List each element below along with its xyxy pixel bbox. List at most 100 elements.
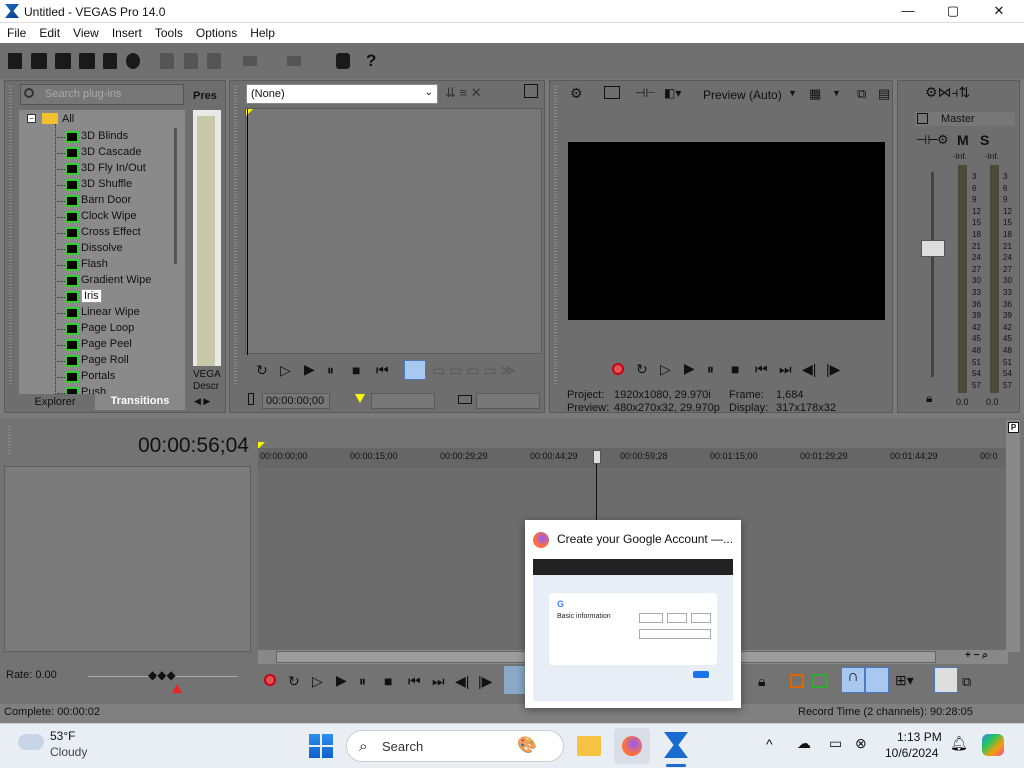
render-icon[interactable]: [103, 53, 117, 69]
master-fx-gear-icon[interactable]: ⚙: [937, 132, 949, 148]
clock-time[interactable]: 1:13 PM: [897, 730, 942, 744]
auto-ripple-icon[interactable]: ⊞▾: [895, 672, 914, 689]
transition-item[interactable]: Push: [57, 386, 106, 394]
plugin-search-input[interactable]: Search plug-ins: [20, 84, 184, 105]
transition-item[interactable]: Dissolve: [57, 242, 123, 258]
trimmer-overwrite-icon[interactable]: [404, 360, 426, 380]
region-icon[interactable]: [458, 395, 472, 404]
timeline-stop-icon[interactable]: ■: [384, 674, 392, 688]
collapse-icon[interactable]: −: [27, 114, 36, 123]
master-toolbar-icons[interactable]: ⚙⋈⫞⇅: [925, 84, 970, 101]
cut-icon[interactable]: [160, 53, 174, 69]
stop-icon[interactable]: ■: [352, 363, 360, 377]
timeline-vscroll[interactable]: [1006, 420, 1020, 652]
menu-file[interactable]: File: [0, 23, 32, 40]
transition-item[interactable]: Page Roll: [57, 354, 129, 370]
help-icon[interactable]: ?: [366, 51, 376, 71]
notification-bell-icon[interactable]: 🔔︎: [950, 735, 968, 752]
properties-gear-icon[interactable]: [126, 53, 140, 69]
weather-condition[interactable]: Cloudy: [50, 745, 87, 759]
timeline-go-start-icon[interactable]: ⏮: [408, 674, 421, 688]
zoom-buttons-icon[interactable]: + − ⌕: [965, 650, 988, 661]
menu-tools[interactable]: Tools: [148, 23, 189, 40]
master-fader-track[interactable]: [931, 172, 934, 377]
vegas-taskbar-icon[interactable]: [664, 732, 688, 758]
trimmer-window-icon[interactable]: [524, 84, 538, 98]
play-from-start-icon[interactable]: ▷: [280, 363, 291, 377]
trimmer-media-dropdown[interactable]: (None) ⌄: [246, 84, 438, 104]
tree-root-all[interactable]: All: [62, 113, 74, 125]
marker-tool-icon[interactable]: [790, 674, 804, 688]
tab-explorer[interactable]: Explorer: [18, 396, 92, 410]
transition-item[interactable]: 3D Blinds: [57, 130, 128, 146]
go-to-start-icon[interactable]: ⏮: [376, 363, 389, 377]
transition-item[interactable]: Cross Effect: [57, 226, 141, 242]
snapping-magnet-icon[interactable]: ∩: [841, 667, 865, 693]
preview-grip[interactable]: [554, 86, 557, 386]
trimmer-viewer[interactable]: [245, 108, 542, 355]
timeline-go-end-icon[interactable]: ⏭: [432, 674, 445, 688]
auto-crossfade-icon[interactable]: [865, 667, 889, 693]
timeline-lock-icon[interactable]: 🔒︎: [758, 674, 765, 688]
region-tool-icon[interactable]: [812, 674, 828, 688]
copy-icon[interactable]: [184, 53, 198, 69]
split-screen-icon[interactable]: ⊣⊢: [635, 86, 656, 100]
preview-device-icon[interactable]: [604, 86, 620, 99]
copilot-icon[interactable]: [982, 734, 1004, 756]
menu-edit[interactable]: Edit: [32, 23, 66, 40]
windows-start-icon[interactable]: [309, 734, 333, 758]
preview-pause-icon[interactable]: ⏸: [707, 362, 714, 376]
preview-end-icon[interactable]: ⏭: [779, 362, 792, 376]
new-icon[interactable]: [8, 53, 22, 69]
record-icon[interactable]: [612, 363, 624, 375]
pin-icon[interactable]: [248, 393, 254, 405]
file-explorer-icon[interactable]: [577, 736, 601, 756]
lock-envelopes-icon[interactable]: [934, 667, 958, 693]
menu-help[interactable]: Help: [243, 23, 281, 40]
display-icon[interactable]: ▭: [829, 735, 842, 752]
master-pan-icon[interactable]: ⊣⊢: [916, 132, 939, 148]
transition-item[interactable]: 3D Fly In/Out: [57, 162, 146, 178]
preview-stop-icon[interactable]: ■: [731, 362, 739, 376]
timeline-pin-icon[interactable]: P: [1008, 422, 1019, 433]
marker-icon[interactable]: [355, 394, 365, 403]
transition-item[interactable]: Flash: [57, 258, 108, 274]
trim-tool-icon[interactable]: [336, 53, 350, 69]
cloudy-weather-icon[interactable]: [18, 734, 44, 750]
play-icon[interactable]: ▶: [304, 362, 315, 376]
trimmer-tools-icon[interactable]: ⇊ ≡ ✕: [445, 85, 482, 101]
transition-item[interactable]: Clock Wipe: [57, 210, 137, 226]
timeline-pause-icon[interactable]: ⏸: [359, 674, 366, 688]
master-solo-button[interactable]: S: [980, 132, 989, 148]
master-fader-handle[interactable]: [921, 240, 945, 257]
network-icon[interactable]: ⊗: [855, 735, 867, 752]
open-icon[interactable]: [31, 53, 47, 69]
preview-quality-dropdown[interactable]: Preview (Auto): [703, 88, 782, 102]
tray-chevron-icon[interactable]: ^: [766, 736, 773, 752]
trimmer-grip[interactable]: [234, 86, 237, 386]
preview-loop-icon[interactable]: ↻: [636, 362, 648, 376]
trimmer-timecode[interactable]: 00:00:00;00: [262, 393, 330, 409]
transition-item[interactable]: Barn Door: [57, 194, 131, 210]
track-list-area[interactable]: [4, 466, 251, 652]
weather-temp[interactable]: 53°F: [50, 729, 75, 743]
trimmer-length-field[interactable]: [476, 393, 540, 409]
timeline-grip[interactable]: [8, 426, 11, 456]
redo-icon[interactable]: [287, 56, 301, 66]
preview-play-icon[interactable]: ▶: [684, 361, 695, 375]
timeline-record-icon[interactable]: [264, 674, 276, 686]
transition-item[interactable]: Page Peel: [57, 338, 132, 354]
preview-play-from-start-icon[interactable]: ▷: [660, 362, 671, 376]
grid-icon[interactable]: ▦: [809, 86, 821, 102]
ignore-grouping-icon[interactable]: ⧉: [962, 674, 971, 690]
timeline-next-frame-icon[interactable]: |▶: [478, 674, 492, 688]
tab-transitions[interactable]: Transitions: [95, 394, 185, 410]
timeline-timecode[interactable]: 00:00:56;04: [138, 434, 249, 458]
copy-snapshot-icon[interactable]: ⧉: [857, 86, 866, 102]
panel-grip[interactable]: [9, 86, 12, 386]
preview-more-icon[interactable]: ▤: [878, 86, 890, 102]
rate-slider-handle-icon[interactable]: ◆◆◆: [148, 668, 176, 682]
quality-chevron-icon[interactable]: ▼: [788, 88, 797, 98]
trimmer-tools-row-icon[interactable]: ▭ ▭ ▭ ▭ ≫: [432, 363, 515, 377]
timeline-prev-frame-icon[interactable]: ◀|: [455, 674, 469, 688]
